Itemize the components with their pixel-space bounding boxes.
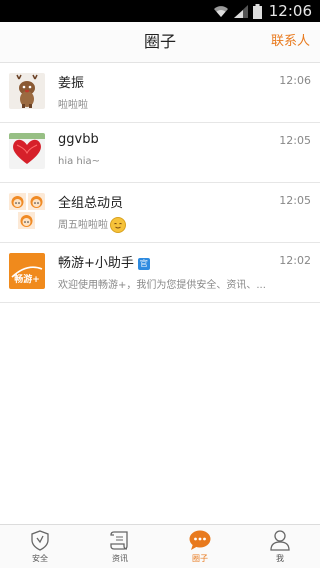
conversation-time: 12:06 xyxy=(279,74,311,87)
status-time: 12:06 xyxy=(268,2,312,20)
status-bar: 12:06 xyxy=(0,0,320,22)
wifi-icon xyxy=(214,6,228,17)
changyou-logo-avatar: 畅游+ xyxy=(9,253,45,289)
conversation-row[interactable]: ggvbb hia hia~ 12:05 xyxy=(0,123,320,183)
conversation-row[interactable]: 全组总动员 周五啦啦啦 12:05 xyxy=(0,183,320,243)
conversation-name: 全组总动员 xyxy=(58,196,124,211)
conversation-message: hia hia~ xyxy=(58,156,101,167)
shield-icon xyxy=(31,530,49,551)
header: 圈子 联系人 xyxy=(0,22,320,63)
tab-label: 圈子 xyxy=(192,554,208,563)
chat-bubble-icon xyxy=(189,530,211,550)
conversation-time: 12:02 xyxy=(279,254,311,267)
conversation-list: 姜振 啦啦啦 12:06 ggvbb hia hia~ 12:05 全组总动员 … xyxy=(0,63,320,303)
scroll-icon xyxy=(110,531,128,550)
conversation-time: 12:05 xyxy=(279,194,311,207)
contacts-button[interactable]: 联系人 xyxy=(271,22,310,62)
tab-label: 安全 xyxy=(32,554,48,563)
status-icons xyxy=(213,3,262,19)
conversation-name: ggvbb xyxy=(58,132,99,147)
conversation-row[interactable]: 畅游+ 畅游+小助手官 欢迎使用畅游+，我们为您提供安全、资讯、... 12:0… xyxy=(0,243,320,303)
tab-news[interactable]: 资讯 xyxy=(80,525,160,568)
conversation-name: 畅游+小助手官 xyxy=(58,252,150,271)
conversation-time: 12:05 xyxy=(279,134,311,147)
conversation-name: 姜振 xyxy=(58,76,85,91)
person-icon xyxy=(270,530,290,551)
signal-icon xyxy=(234,5,248,18)
tab-circle[interactable]: 圈子 xyxy=(160,525,240,568)
conversation-name-text: 畅游+小助手 xyxy=(58,256,134,271)
bottom-tab-bar: 安全 资讯 圈子 我 xyxy=(0,524,320,568)
tab-label: 资讯 xyxy=(112,554,128,563)
official-badge: 官 xyxy=(137,258,150,270)
tab-me[interactable]: 我 xyxy=(240,525,320,568)
conversation-row[interactable]: 姜振 啦啦啦 12:06 xyxy=(0,63,320,123)
battery-icon xyxy=(253,3,262,19)
tab-security[interactable]: 安全 xyxy=(0,525,80,568)
tab-label: 我 xyxy=(276,554,284,563)
conversation-message-text: 周五啦啦啦 xyxy=(58,220,108,231)
red-heart-avatar xyxy=(9,133,45,169)
conversation-message: 周五啦啦啦 xyxy=(58,216,126,233)
conversation-message: 欢迎使用畅游+，我们为您提供安全、资讯、... xyxy=(58,280,266,291)
smiley-emoji-icon xyxy=(110,217,126,233)
conversation-message: 啦啦啦 xyxy=(58,100,88,111)
avatar-logo-text: 畅游+ xyxy=(14,275,40,285)
group-cartoon-avatar xyxy=(9,193,45,229)
reindeer-avatar xyxy=(9,73,45,109)
